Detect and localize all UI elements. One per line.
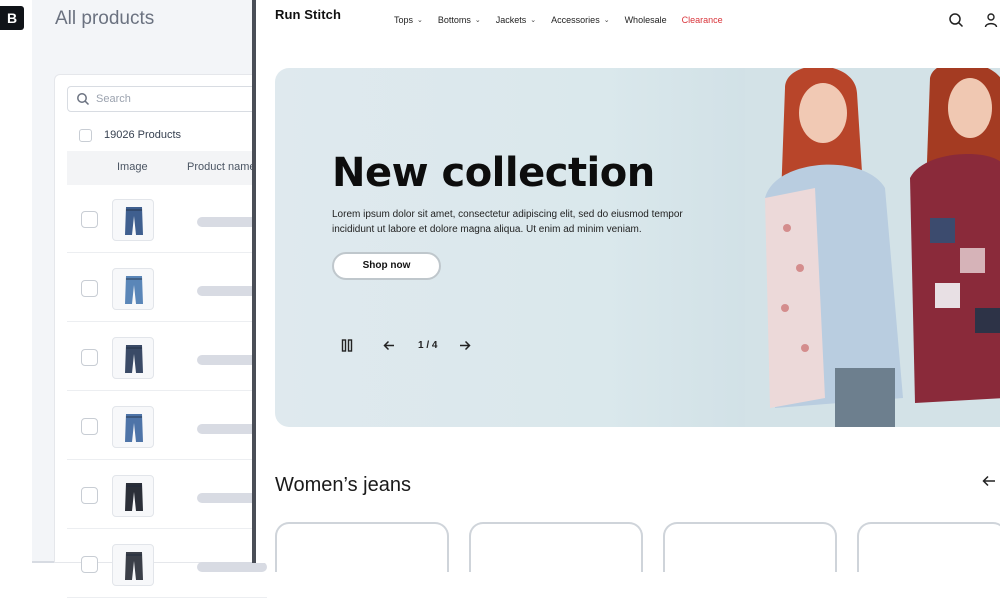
nav-item-jackets[interactable]: Jackets ⌄ xyxy=(496,15,536,25)
hero-title: New collection xyxy=(332,150,655,196)
account-icon[interactable] xyxy=(983,12,999,28)
nav-label: Jackets xyxy=(495,15,527,25)
row-checkbox[interactable] xyxy=(81,487,98,504)
storefront-preview: Run Stitch Tops ⌄ Bottoms ⌄ Jackets ⌄ Acces… xyxy=(256,0,1000,572)
product-card[interactable] xyxy=(469,522,643,572)
search-placeholder: Search xyxy=(96,93,131,105)
arrow-left-icon[interactable] xyxy=(383,340,395,351)
jeans-image xyxy=(125,552,143,580)
nav-label: Wholesale xyxy=(624,15,667,25)
product-thumbnail[interactable] xyxy=(112,475,154,517)
jeans-image xyxy=(125,276,143,304)
search-input[interactable]: Search xyxy=(67,86,267,112)
product-thumbnail[interactable] xyxy=(112,199,154,241)
admin-sidebar xyxy=(0,0,32,563)
row-checkbox[interactable] xyxy=(81,280,98,297)
jeans-image xyxy=(125,207,143,235)
page-title: All products xyxy=(55,8,155,29)
product-thumbnail[interactable] xyxy=(112,268,154,310)
jeans-image xyxy=(125,345,143,373)
table-row[interactable] xyxy=(67,461,267,529)
row-checkbox[interactable] xyxy=(81,418,98,435)
hero-description: Lorem ipsum dolor sit amet, consectetur … xyxy=(332,209,683,235)
select-all-row: 19026 Products xyxy=(79,127,181,143)
pause-icon[interactable] xyxy=(341,339,353,352)
admin-panel: B All products Search 19026 Products Ima… xyxy=(0,0,267,598)
row-checkbox[interactable] xyxy=(81,211,98,228)
product-count: 19026 Products xyxy=(104,129,182,141)
table-row[interactable] xyxy=(67,530,267,598)
product-name-placeholder xyxy=(197,562,267,572)
product-card[interactable] xyxy=(663,522,837,572)
product-card[interactable] xyxy=(275,522,449,572)
jeans-image xyxy=(125,483,143,511)
arrow-right-icon[interactable] xyxy=(459,340,471,351)
nav-item-accessories[interactable]: Accessories ⌄ xyxy=(551,15,609,25)
chevron-down-icon: ⌄ xyxy=(603,17,610,24)
row-checkbox[interactable] xyxy=(81,349,98,366)
hero-models-image xyxy=(745,68,1000,427)
table-row[interactable] xyxy=(67,254,267,322)
search-icon[interactable] xyxy=(948,12,964,28)
nav-label: Tops xyxy=(394,15,414,25)
carousel-pager: 1 / 4 xyxy=(418,340,438,351)
table-row[interactable] xyxy=(67,323,267,391)
chevron-down-icon: ⌄ xyxy=(530,17,537,24)
nav-item-clearance[interactable]: Clearance xyxy=(682,15,723,25)
main-nav: Tops ⌄ Bottoms ⌄ Jackets ⌄ Accessories ⌄ Who… xyxy=(394,15,738,25)
hero-banner: New collection Lorem ipsum dolor sit ame… xyxy=(275,68,1000,427)
chevron-down-icon: ⌄ xyxy=(417,17,423,24)
product-thumbnail[interactable] xyxy=(112,544,154,586)
nav-item-tops[interactable]: Tops ⌄ xyxy=(394,15,423,25)
search-icon xyxy=(77,93,90,106)
nav-label: Bottoms xyxy=(437,15,471,25)
nav-label: Clearance xyxy=(681,15,723,25)
column-header-image[interactable]: Image xyxy=(117,161,148,173)
chevron-down-icon: ⌄ xyxy=(474,17,481,24)
jeans-image xyxy=(125,414,143,442)
nav-item-wholesale[interactable]: Wholesale xyxy=(625,15,667,25)
nav-item-bottoms[interactable]: Bottoms ⌄ xyxy=(438,15,481,25)
column-header-product-name[interactable]: Product name xyxy=(187,161,255,173)
arrow-left-icon[interactable] xyxy=(982,475,996,487)
shop-now-button[interactable]: Shop now xyxy=(332,252,441,280)
nav-label: Accessories xyxy=(551,15,600,25)
product-thumbnail[interactable] xyxy=(112,406,154,448)
products-card: Search 19026 Products Image Product name xyxy=(54,74,267,598)
select-all-checkbox[interactable] xyxy=(79,128,92,142)
table-row[interactable] xyxy=(67,185,267,253)
product-card[interactable] xyxy=(857,522,1000,572)
table-header: Image Product name xyxy=(67,151,267,185)
product-thumbnail[interactable] xyxy=(112,337,154,379)
section-title: Women’s jeans xyxy=(275,474,411,496)
bigcommerce-logo[interactable]: B xyxy=(0,6,24,30)
row-checkbox[interactable] xyxy=(81,556,98,573)
table-row[interactable] xyxy=(67,392,267,460)
store-brand[interactable]: Run Stitch xyxy=(275,7,341,22)
